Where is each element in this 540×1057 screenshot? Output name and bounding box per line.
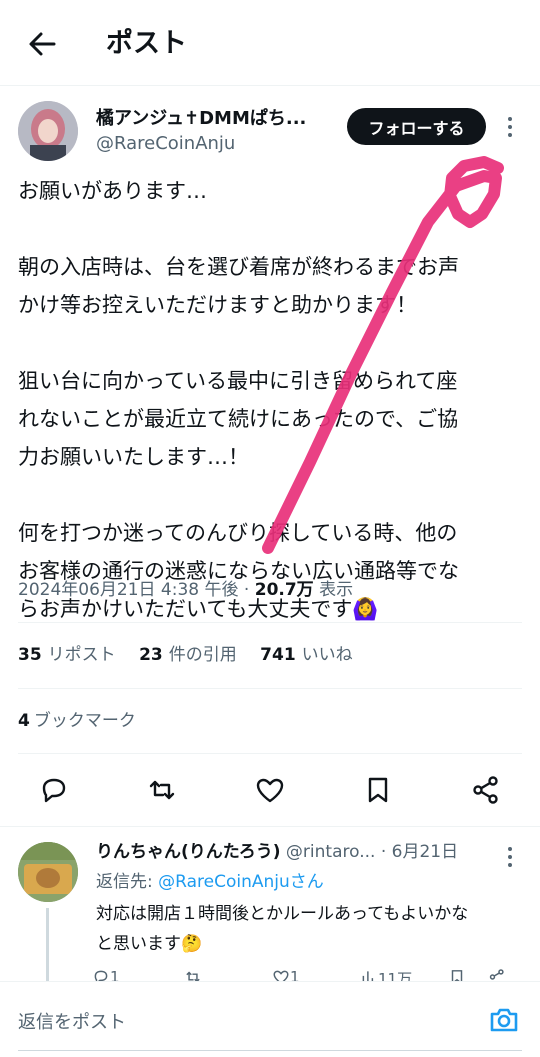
- post-line: お願いがあります…: [18, 179, 207, 203]
- more-icon[interactable]: [500, 844, 520, 870]
- reply-header: りんちゃん(りんたろう) @rintaro... · 6月21日: [96, 839, 458, 865]
- post-line: 狙い台に向かっている最中に引き留められて座: [18, 369, 458, 393]
- reply-handle-date[interactable]: @rintaro... · 6月21日: [281, 842, 458, 862]
- bookmarks-stat[interactable]: 4 ブックマーク: [18, 707, 136, 735]
- post-line: 朝の入店時は、台を選び着席が終わるまでお声: [18, 255, 459, 279]
- engagement-stats: 35 リポスト 23 件の引用 741 いいね: [18, 641, 371, 669]
- post-line: 何を打つか迷ってのんびり探している時、他の: [18, 521, 458, 545]
- divider: [18, 753, 522, 754]
- action-bar: [0, 770, 540, 810]
- reply-to: 返信先: @RareCoinAnjuさん: [96, 872, 324, 892]
- quotes-stat[interactable]: 23 件の引用: [139, 645, 237, 665]
- post-meta: 2024年06月21日 4:38 午後 · 20.7万 表示: [18, 576, 353, 604]
- divider: [0, 826, 540, 827]
- repost-icon[interactable]: [146, 774, 178, 806]
- more-icon[interactable]: [500, 114, 520, 140]
- share-icon[interactable]: [470, 774, 502, 806]
- avatar[interactable]: [18, 101, 78, 161]
- thread-line: [46, 908, 49, 988]
- divider: [18, 688, 522, 689]
- views-count: 20.7万: [254, 580, 314, 600]
- post-line: れないことが最近立て続けにあったので、ご協: [18, 407, 459, 431]
- camera-icon[interactable]: [488, 1004, 520, 1036]
- like-icon[interactable]: [254, 774, 286, 806]
- post-body: お願いがあります… 朝の入店時は、台を選び着席が終わるまでお声 かけ等お控えいた…: [18, 172, 524, 628]
- post-line: かけ等お控えいただけますと助かります！: [18, 293, 417, 317]
- reposts-stat[interactable]: 35 リポスト: [18, 645, 116, 665]
- bookmark-icon[interactable]: [362, 774, 394, 806]
- reply-composer: 返信をポスト: [0, 981, 540, 1057]
- reply-icon[interactable]: [38, 774, 70, 806]
- views-label: 表示: [313, 580, 354, 600]
- reply-to-link[interactable]: @RareCoinAnjuさん: [158, 872, 324, 892]
- reply-author-name[interactable]: りんちゃん(りんたろう): [96, 842, 281, 862]
- likes-stat[interactable]: 741 いいね: [260, 645, 353, 665]
- reply-line: と思います🤔: [96, 934, 203, 954]
- author-handle[interactable]: @RareCoinAnju: [96, 132, 235, 156]
- reply-line: 対応は開店１時間後とかルールあってもよいかな: [96, 904, 469, 924]
- timestamp[interactable]: 2024年06月21日 4:38 午後 ·: [18, 580, 255, 600]
- page-title: ポスト: [106, 28, 187, 59]
- divider: [18, 622, 522, 623]
- post-line: 力お願いいたします…！: [18, 445, 249, 469]
- reply-avatar[interactable]: [18, 842, 78, 902]
- back-arrow-icon[interactable]: [24, 26, 60, 62]
- reply-body: 対応は開店１時間後とかルールあってもよいかな と思います🤔: [96, 899, 526, 959]
- author-name[interactable]: 橘アンジュ✝DMMぱち...: [96, 106, 328, 132]
- follow-button[interactable]: フォローする: [347, 108, 486, 145]
- top-bar: ポスト: [0, 0, 540, 86]
- divider: [18, 1050, 522, 1051]
- reply-input[interactable]: 返信をポスト: [18, 1008, 126, 1034]
